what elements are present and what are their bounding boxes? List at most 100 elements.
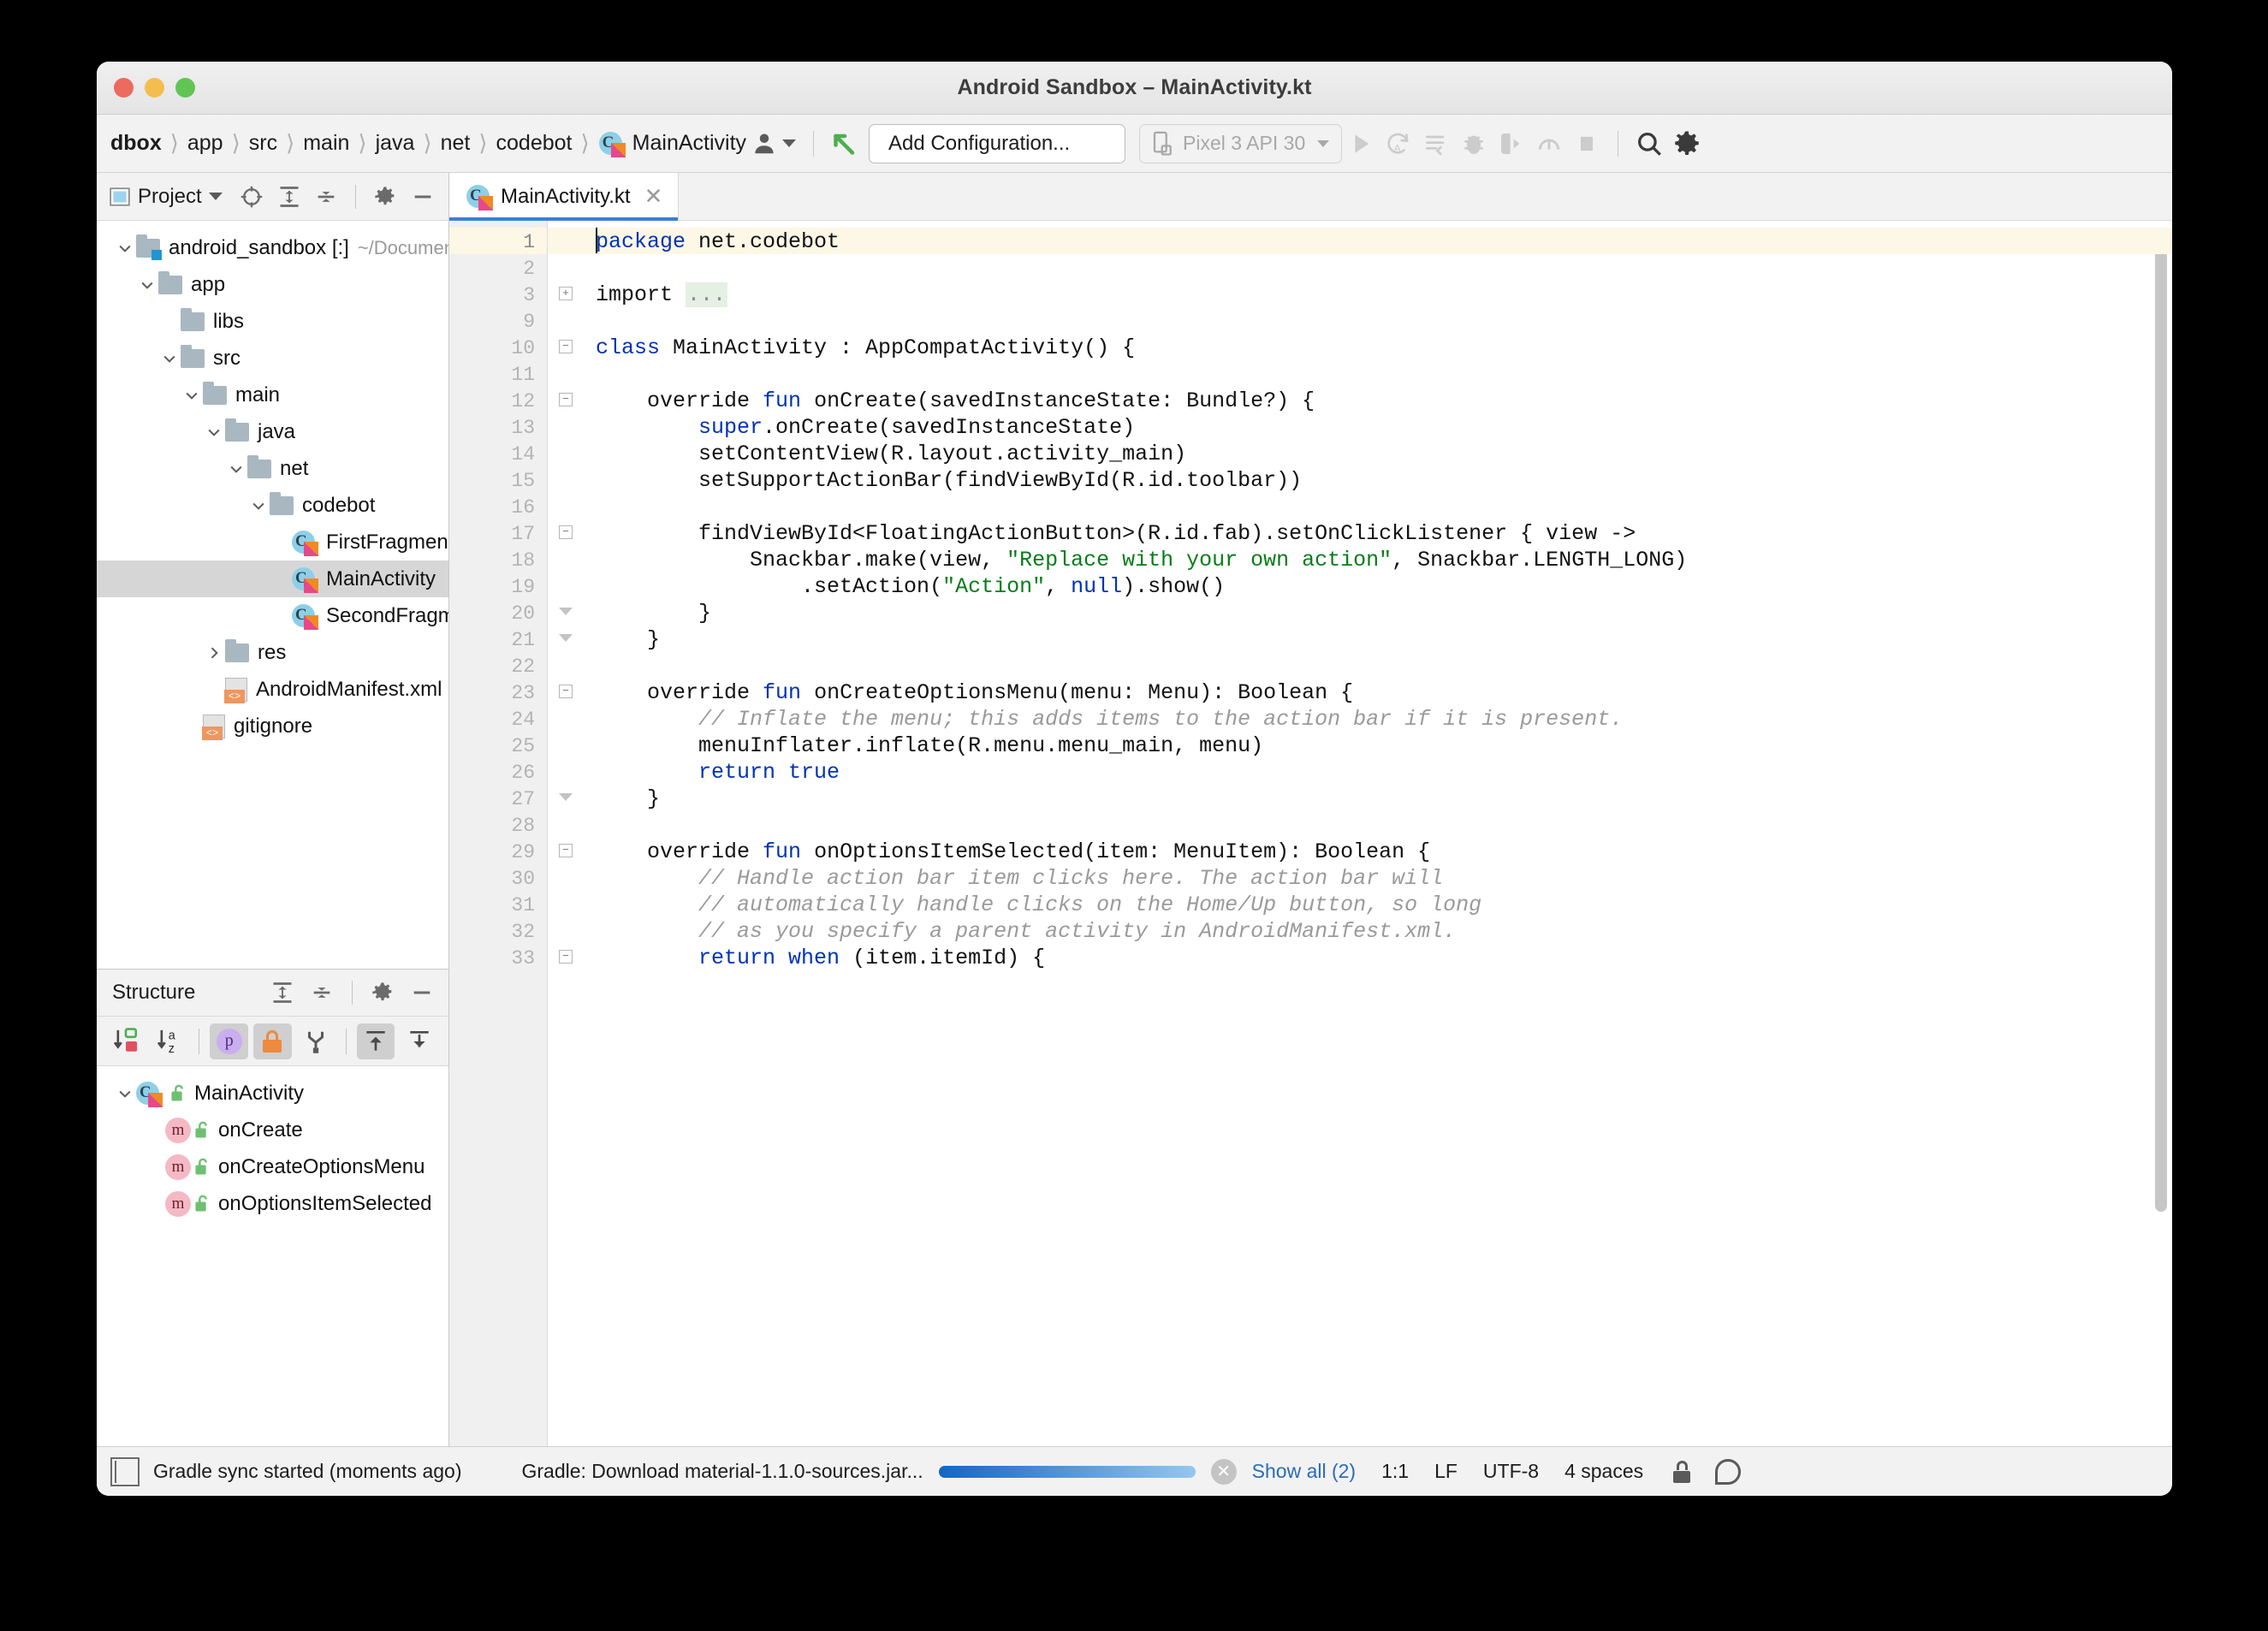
fold-end-icon[interactable] (559, 634, 573, 642)
run-button[interactable] (1342, 125, 1380, 163)
bug-icon[interactable] (1455, 125, 1493, 163)
tab-label: MainActivity.kt (501, 185, 631, 209)
chevron-right-icon[interactable] (203, 644, 225, 661)
device-selector[interactable]: Pixel 3 API 30 (1139, 124, 1342, 163)
chevron-down-icon[interactable] (209, 193, 223, 200)
project-tree-item[interactable]: CFirstFragment (97, 524, 448, 560)
chevron-down-icon[interactable] (114, 240, 136, 257)
apply-changes-icon[interactable]: A (1380, 125, 1417, 163)
cancel-icon[interactable]: ✕ (1211, 1459, 1237, 1485)
structure-tree[interactable]: CMainActivitymonCreatemonCreateOptionsMe… (97, 1066, 448, 1446)
collapse-all-icon[interactable] (306, 976, 338, 1009)
chevron-down-icon[interactable] (203, 424, 225, 441)
chevron-down-icon[interactable] (158, 350, 181, 367)
hide-panel-icon[interactable] (407, 181, 438, 213)
show-inherited-icon[interactable] (297, 1023, 335, 1059)
inspection-icon[interactable] (1715, 1459, 1741, 1485)
show-properties-icon[interactable]: p (210, 1023, 248, 1059)
project-tree-item[interactable]: main (97, 377, 448, 413)
line-number: 23 (511, 682, 535, 704)
tab-mainactivity-kt[interactable]: C MainActivity.kt ✕ (449, 173, 679, 220)
project-tree-item[interactable]: net (97, 450, 448, 487)
select-opened-file-icon[interactable] (236, 181, 267, 213)
fold-collapse-icon[interactable] (559, 950, 573, 964)
indent-setting[interactable]: 4 spaces (1564, 1460, 1643, 1483)
breadcrumb-item-project[interactable]: dbox (107, 131, 169, 156)
breadcrumb-item-app[interactable]: app (180, 131, 231, 156)
structure-tree-item[interactable]: monCreateOptionsMenu (97, 1148, 448, 1185)
kotlin-class-icon: C (136, 1081, 162, 1106)
tree-item-label: gitignore (234, 715, 312, 738)
event-log-icon[interactable] (110, 1457, 140, 1486)
chevron-down-icon[interactable] (225, 460, 247, 477)
caret-position[interactable]: 1:1 (1381, 1460, 1409, 1483)
project-tree-item[interactable]: res (97, 634, 448, 671)
collapse-all-icon[interactable] (311, 181, 341, 213)
gear-icon[interactable] (370, 181, 401, 213)
structure-tree-item[interactable]: CMainActivity (97, 1075, 448, 1112)
gear-icon[interactable] (366, 976, 399, 1009)
search-icon[interactable] (1630, 125, 1668, 163)
breadcrumb-item-src[interactable]: src (241, 131, 285, 156)
stop-icon[interactable] (1568, 125, 1606, 163)
project-tree-item[interactable]: gitignore (97, 708, 448, 744)
add-configuration-button[interactable]: Add Configuration... (869, 124, 1125, 163)
fold-collapse-icon[interactable] (559, 685, 573, 698)
project-tree-item[interactable]: app (97, 266, 448, 303)
code-line: return true (596, 762, 840, 783)
breadcrumb-item-main[interactable]: main (295, 131, 357, 156)
show-non-public-icon[interactable] (253, 1023, 292, 1059)
breadcrumb-item-net[interactable]: net (433, 131, 478, 156)
fold-end-icon[interactable] (559, 793, 573, 801)
project-tree-item[interactable]: java (97, 413, 448, 450)
fold-expand-icon[interactable] (559, 287, 573, 300)
chevron-down-icon[interactable] (136, 276, 158, 294)
line-separator[interactable]: LF (1434, 1460, 1458, 1483)
gradle-sync-icon[interactable] (826, 125, 864, 163)
fold-end-icon[interactable] (559, 608, 573, 615)
fold-collapse-icon[interactable] (559, 525, 573, 539)
project-tree-item[interactable]: libs (97, 303, 448, 340)
project-tree-item[interactable]: src (97, 340, 448, 377)
code-folding-gutter[interactable] (548, 221, 584, 1446)
fold-collapse-icon[interactable] (559, 340, 573, 353)
editor-vertical-scrollbar[interactable] (2155, 245, 2167, 1212)
project-tree-item[interactable]: CMainActivity (97, 560, 448, 597)
gear-icon[interactable] (1668, 125, 1706, 163)
project-tree-item[interactable]: android_sandbox [:]~/Documents/Source/ (97, 229, 448, 266)
project-tree-item[interactable]: AndroidManifest.xml (97, 671, 448, 708)
scroll-to-source-icon[interactable] (400, 1023, 438, 1059)
breadcrumb-item-mainactivity[interactable]: C MainActivity (591, 131, 746, 157)
breadcrumb-item-java[interactable]: java (368, 131, 423, 156)
user-account-button[interactable] (746, 131, 801, 157)
file-encoding[interactable]: UTF-8 (1483, 1460, 1539, 1483)
sort-by-visibility-icon[interactable] (107, 1023, 145, 1059)
project-tree-item[interactable]: CSecondFragment (97, 597, 448, 634)
close-icon[interactable]: ✕ (644, 183, 663, 210)
fold-collapse-icon[interactable] (559, 393, 573, 406)
show-all-link[interactable]: Show all (2) (1252, 1460, 1356, 1483)
chevron-down-icon[interactable] (181, 387, 203, 404)
hide-panel-icon[interactable] (406, 976, 438, 1009)
xml-file-icon (203, 715, 225, 738)
line-number: 13 (511, 417, 535, 439)
window-title: Android Sandbox – MainActivity.kt (97, 75, 2172, 100)
expand-all-icon[interactable] (266, 976, 299, 1009)
breadcrumb-item-codebot[interactable]: codebot (489, 131, 580, 156)
sort-alphabetically-icon[interactable]: a z (151, 1023, 189, 1059)
coverage-icon[interactable] (1493, 125, 1530, 163)
code-content[interactable]: Indexing... package net.codebotimport ..… (584, 221, 2172, 1446)
structure-tree-item[interactable]: monOptionsItemSelected (97, 1185, 448, 1222)
structure-tree-item[interactable]: monCreate (97, 1112, 448, 1148)
unlock-icon[interactable] (1672, 1461, 1691, 1483)
apply-code-changes-icon[interactable] (1417, 125, 1455, 163)
line-number: 11 (511, 364, 535, 386)
project-tree[interactable]: android_sandbox [:]~/Documents/Source/ap… (97, 221, 448, 969)
fold-collapse-icon[interactable] (559, 844, 573, 857)
project-tree-item[interactable]: codebot (97, 487, 448, 524)
chevron-down-icon[interactable] (247, 497, 270, 514)
expand-all-icon[interactable] (274, 181, 305, 213)
chevron-down-icon[interactable] (114, 1085, 136, 1102)
profiler-icon[interactable] (1530, 125, 1568, 163)
scroll-from-source-icon[interactable] (357, 1023, 395, 1059)
